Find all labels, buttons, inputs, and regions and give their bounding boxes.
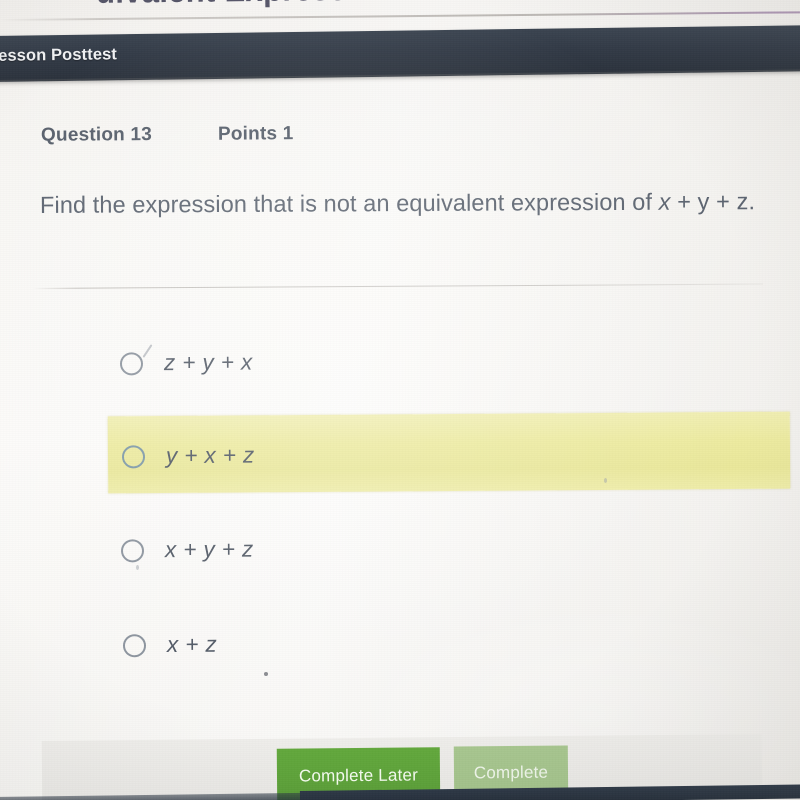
radio-button-icon[interactable] [120, 538, 145, 562]
option-row-2[interactable]: y + x + z [121, 442, 255, 470]
radio-button-icon[interactable] [119, 351, 144, 375]
radio-button-icon[interactable] [121, 444, 146, 468]
quiz-screenshot: uivalent Expressions Lesson Posttest Que… [0, 0, 800, 800]
option-label: z + y + x [163, 349, 253, 376]
radio-button-icon[interactable] [122, 633, 147, 657]
option-row-4[interactable]: x + z [122, 631, 218, 659]
option-row-1[interactable]: z + y + x [119, 349, 253, 377]
option-row-3[interactable]: x + y + z [120, 536, 254, 564]
option-label: x + y + z [164, 536, 254, 563]
option-label: y + x + z [165, 442, 255, 469]
option-label: x + z [166, 631, 218, 658]
answer-options-list: z + y + x y + x + z x + y + z x + z [0, 0, 800, 800]
